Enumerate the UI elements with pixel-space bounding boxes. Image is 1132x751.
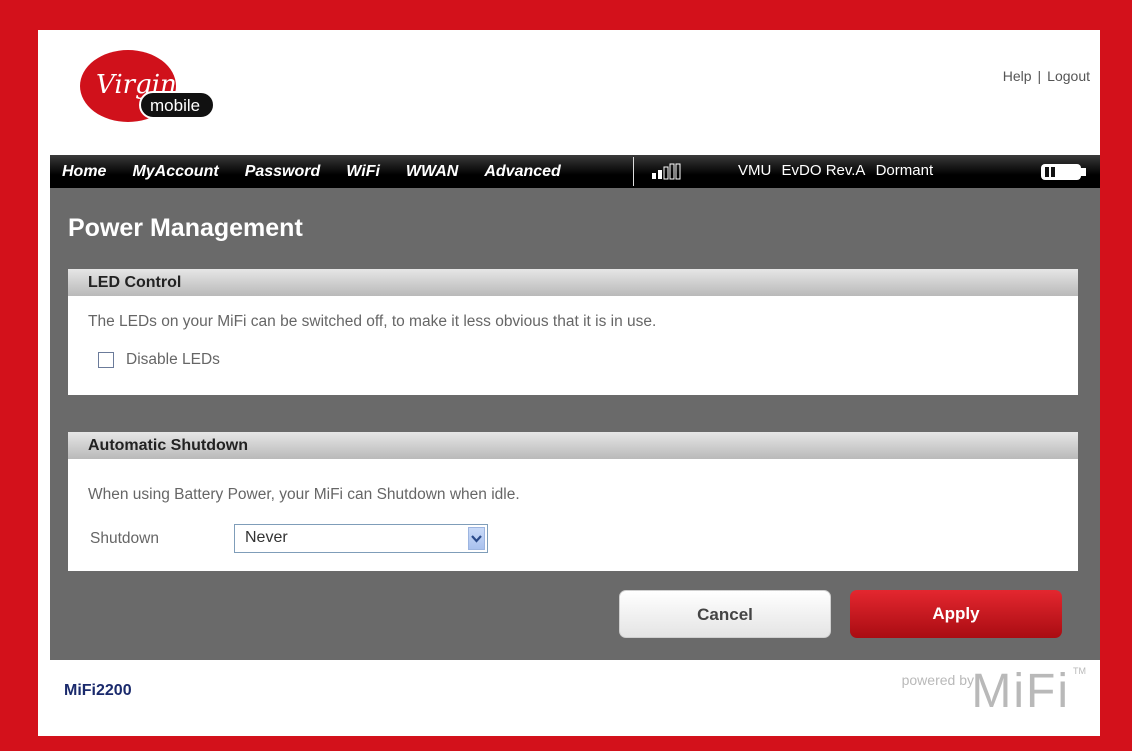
led-control-panel: LED Control The LEDs on your MiFi can be… [68,269,1078,395]
nav-item-password[interactable]: Password [245,163,321,183]
help-link[interactable]: Help [1003,68,1032,84]
chevron-down-icon[interactable] [468,527,485,550]
connection-state: Dormant [875,162,934,179]
disable-leds-row: Disable LEDs [98,351,220,369]
top-links: Help | Logout [1003,68,1090,84]
trademark-mark: TM [1073,666,1086,676]
main-nav-bar: Home MyAccount Password WiFi WWAN Advanc… [50,155,1100,188]
nav-items: Home MyAccount Password WiFi WWAN Advanc… [62,163,587,183]
battery-icon [1040,162,1088,187]
shutdown-panel-header: Automatic Shutdown [68,432,1078,459]
nav-item-wifi[interactable]: WiFi [346,163,380,183]
shutdown-select-value: Never [245,529,288,546]
powered-by-text: powered by [901,672,974,688]
cancel-button[interactable]: Cancel [619,590,831,638]
led-description: The LEDs on your MiFi can be switched of… [88,313,657,330]
shutdown-select[interactable]: Never [234,524,488,553]
signal-strength-icon [650,163,686,186]
virgin-mobile-logo[interactable]: Virgin mobile [78,48,218,126]
led-panel-header: LED Control [68,269,1078,296]
nav-item-myaccount[interactable]: MyAccount [132,163,218,183]
shutdown-description: When using Battery Power, your MiFi can … [88,486,520,503]
nav-item-home[interactable]: Home [62,163,106,183]
automatic-shutdown-panel: Automatic Shutdown When using Battery Po… [68,432,1078,571]
carrier-status: VMU [738,162,772,179]
shutdown-select-label: Shutdown [90,530,159,547]
apply-button[interactable]: Apply [850,590,1062,638]
connection-status: VMU EvDO Rev.A Dormant [738,162,939,179]
nav-item-wwan[interactable]: WWAN [406,163,458,183]
page-frame: Virgin mobile Help | Logout Home MyAccount… [38,30,1100,736]
page-title: Power Management [68,214,303,242]
logo-word-text: mobile [150,96,200,115]
link-separator: | [1037,68,1042,84]
nav-item-advanced[interactable]: Advanced [484,163,560,183]
device-model: MiFi2200 [64,682,132,699]
disable-leds-label[interactable]: Disable LEDs [126,351,220,369]
mifi-logo-text: MiFi [971,665,1070,718]
disable-leds-checkbox[interactable] [98,352,114,368]
logout-link[interactable]: Logout [1047,68,1090,84]
nav-divider [633,157,634,186]
network-status: EvDO Rev.A [781,162,866,179]
content-area: Power Management LED Control The LEDs on… [50,188,1100,660]
